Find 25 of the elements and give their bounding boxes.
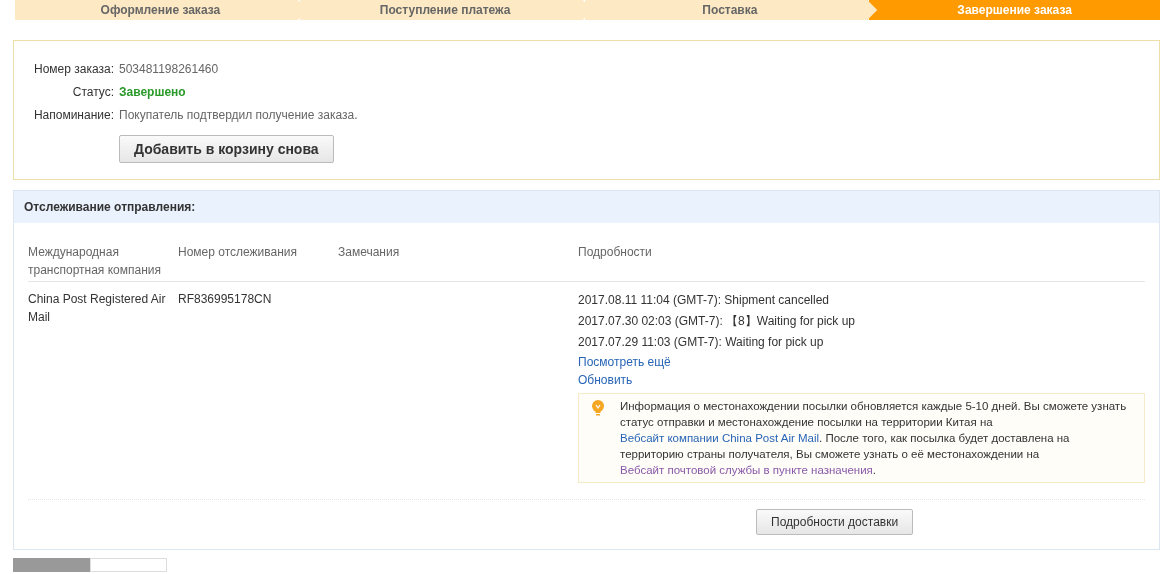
link[interactable]: Посмотреть ещё	[578, 355, 671, 369]
column-header: Международная транспортная компания	[28, 244, 162, 279]
table-cell-text: RF836995178CN	[178, 291, 273, 308]
lightbulb-icon	[591, 400, 605, 416]
field-label: Напоминание:	[32, 107, 115, 122]
notice-text: Информация о местонахождении посылки обновляется каждые 5-10 дней. Вы сможете узнать статус отправки и местонахождение посылки на территории Китая на Вебсайт компании China Post Air Mail. После того, как посылка будет доставлена на территорию страны получателя, Вы сможете узнать о её местонахождении на Вебсайт почтовой службы в пункте назначения.	[619, 399, 1128, 478]
table-cell-text: China Post Registered Air Mail	[28, 291, 167, 326]
field-value: Завершено	[119, 84, 186, 99]
website-link[interactable]: Вебсайт почтовой службы в пункте назначения	[620, 464, 873, 476]
progress-step: Завершение заказа	[867, 0, 1160, 20]
tracking-event: 2017.08.11 11:04 (GMT-7): Shipment cancelled	[578, 292, 831, 309]
delivery-details-button[interactable]: Подробности доставки	[756, 509, 914, 535]
tracking-event: 2017.07.30 02:03 (GMT-7): 【8】Waiting for pick up	[578, 313, 857, 330]
column-header: Замечания	[338, 244, 401, 261]
field-value: Покупатель подтвердил получение заказа.	[119, 107, 358, 122]
add-to-cart-button[interactable]: Добавить в корзину снова	[119, 134, 334, 163]
tracking-event: 2017.07.29 11:03 (GMT-7): Waiting for pick up	[578, 334, 825, 351]
column-header: Номер отслеживания	[178, 244, 299, 261]
field-value: 503481198261460	[119, 61, 219, 76]
field-label: Номер заказа:	[33, 61, 115, 76]
tab[interactable]	[13, 558, 90, 572]
field-label: Статус:	[71, 84, 115, 99]
section-title: Отслеживание отправления:	[24, 200, 196, 214]
column-header: Подробности	[578, 244, 653, 261]
link[interactable]: Обновить	[578, 373, 633, 387]
